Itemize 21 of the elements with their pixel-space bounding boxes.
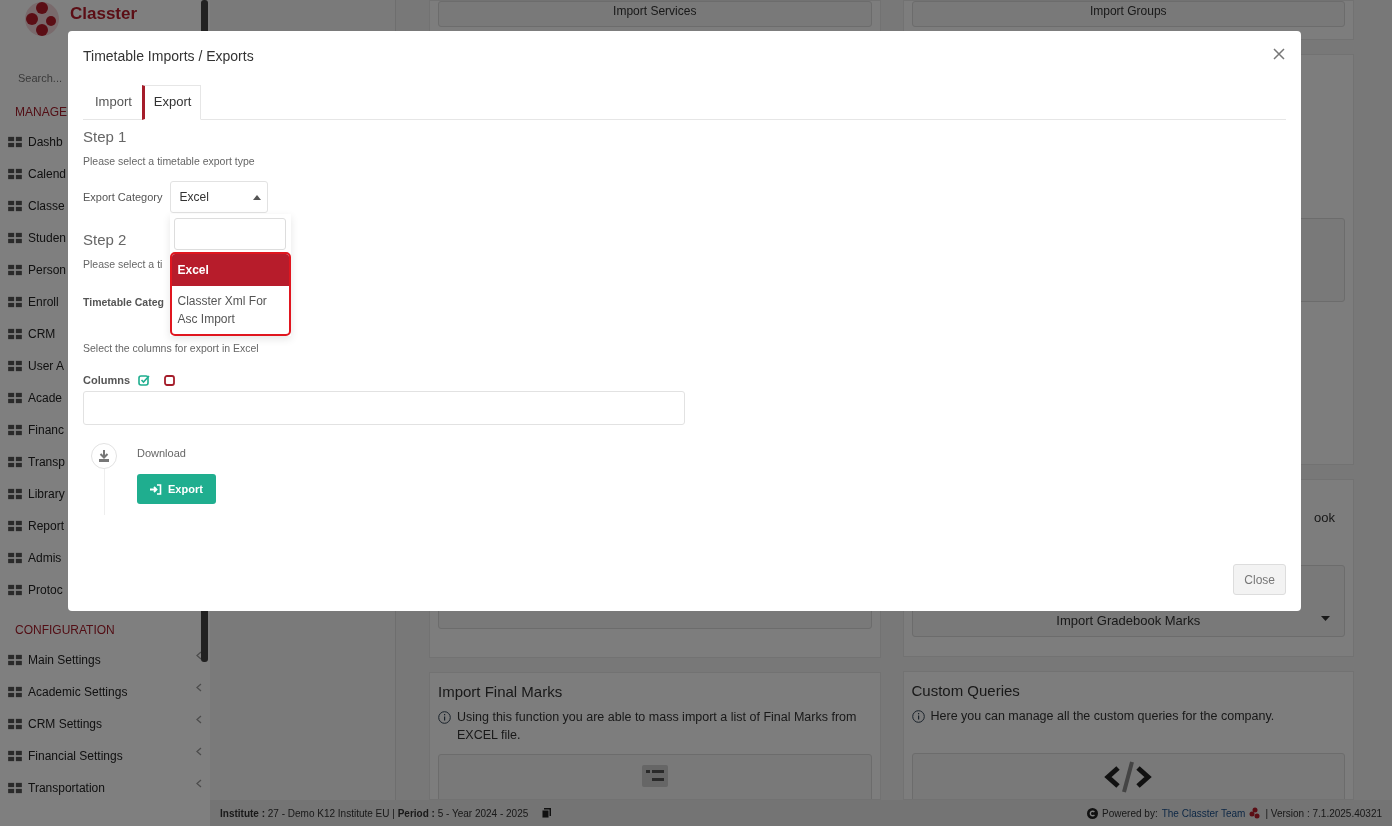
powered-by-text: Powered by: [1102,807,1158,819]
card-description: Using this function you are able to mass import a list of Final Marks from EXCEL file. [457,709,858,744]
step-label: Download [137,447,187,459]
step-heading: Step 2 [83,231,127,248]
hint-text: Please select a ti [83,258,163,270]
field-label: Timetable Categ [83,296,164,308]
card-description: Here you can manage all the custom queries for the company. [930,708,1275,725]
card-description: ook [1314,510,1335,525]
institute-period-text: Institute : 27 - Demo K12 Institute EU | Period : 5 - Year 2024 - 2025 [220,807,529,819]
modal-title: Timetable Imports / Exports [83,48,254,64]
card-title: Import Final Marks [438,683,564,700]
logo-text: Classter [70,4,138,24]
section-heading: CONFIGURATION [15,623,115,637]
card-title: Custom Queries [911,682,1021,699]
field-label: Columns [83,374,131,386]
hint-text: Please select a timetable export type [83,155,255,167]
hint-text: Select the columns for export in Excel [83,342,259,354]
step-heading: Step 1 [83,128,127,145]
section-heading: MANAGE [15,105,67,119]
version-text: | Version : 7.1.2025.40321 [1265,807,1382,819]
field-label: Export Category [83,191,163,203]
